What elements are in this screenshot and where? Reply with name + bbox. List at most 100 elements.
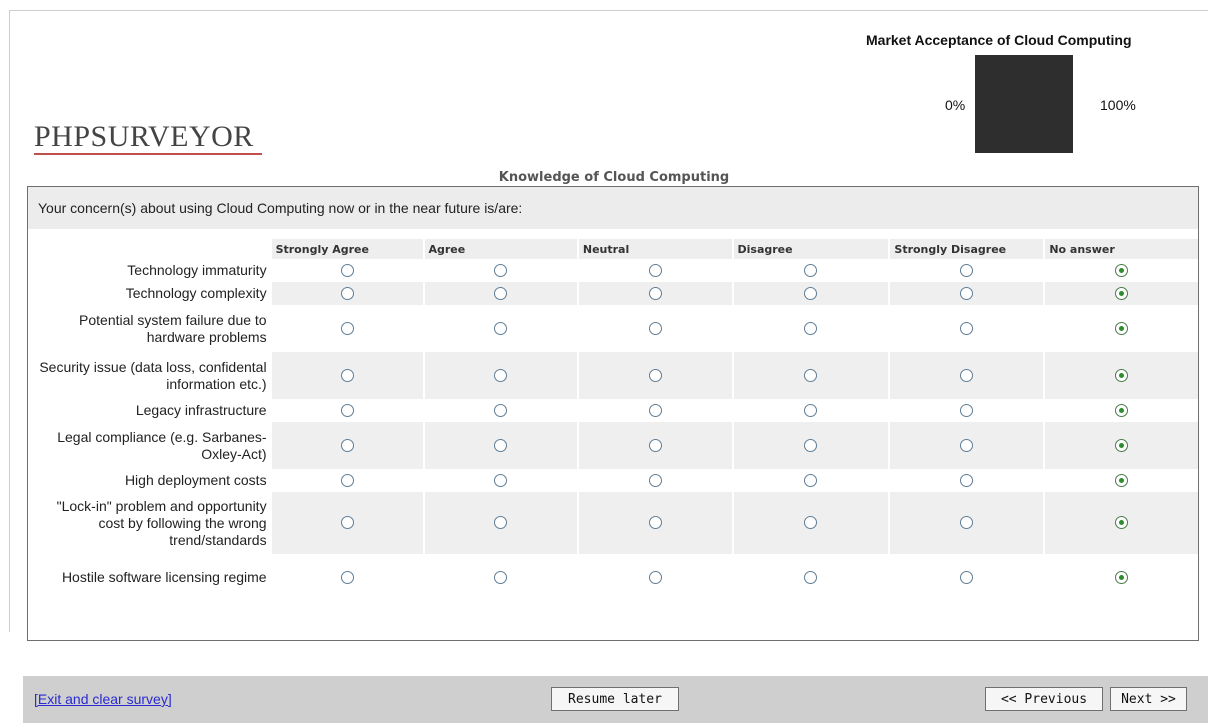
radio-button[interactable] [494, 570, 508, 584]
radio-button[interactable] [494, 321, 508, 335]
radio-button[interactable] [340, 570, 354, 584]
radio-button[interactable] [648, 368, 662, 382]
answer-cell [731, 492, 890, 554]
answer-cell [1043, 492, 1198, 554]
radio-button[interactable] [340, 286, 354, 300]
radio-button[interactable] [648, 263, 662, 277]
radio-button[interactable] [648, 438, 662, 452]
answer-cell [1043, 352, 1198, 399]
radio-button[interactable] [960, 473, 974, 487]
radio-button[interactable] [1115, 403, 1129, 417]
radio-button[interactable] [804, 438, 818, 452]
radio-button[interactable] [804, 286, 818, 300]
answer-cell [731, 282, 890, 305]
radio-button[interactable] [648, 286, 662, 300]
row-label: Hostile software licensing regime [34, 554, 271, 601]
radio-button[interactable] [1115, 263, 1129, 277]
radio-button[interactable] [1115, 516, 1129, 530]
radio-button[interactable] [494, 368, 508, 382]
radio-button[interactable] [960, 321, 974, 335]
question-row: "Lock-in" problem and opportunity cost b… [34, 492, 1198, 554]
question-row: Legacy infrastructure [34, 399, 1198, 422]
answer-cell [422, 352, 578, 399]
radio-button[interactable] [340, 321, 354, 335]
row-label: Technology immaturity [34, 259, 271, 282]
matrix-header-spacer [34, 239, 271, 259]
radio-button[interactable] [960, 286, 974, 300]
answer-cell [888, 259, 1045, 282]
radio-button[interactable] [1115, 321, 1129, 335]
answer-cell [422, 399, 578, 422]
radio-button[interactable] [340, 263, 354, 277]
radio-button[interactable] [960, 263, 974, 277]
progress-title: Market Acceptance of Cloud Computing [866, 32, 1132, 48]
radio-button[interactable] [804, 263, 818, 277]
radio-button[interactable] [494, 403, 508, 417]
radio-button[interactable] [648, 473, 662, 487]
radio-button[interactable] [960, 438, 974, 452]
column-header: Strongly Agree [269, 239, 424, 259]
radio-button[interactable] [1115, 438, 1129, 452]
radio-button[interactable] [494, 263, 508, 277]
question-row: Potential system failure due to hardware… [34, 305, 1198, 352]
group-title: Knowledge of Cloud Computing [498, 170, 730, 185]
radio-button[interactable] [960, 403, 974, 417]
question-row: Legal compliance (e.g. Sarbanes-Oxley-Ac… [34, 422, 1198, 469]
answer-cell [269, 305, 424, 352]
answer-cell [731, 399, 890, 422]
radio-button[interactable] [1115, 473, 1129, 487]
radio-button[interactable] [494, 516, 508, 530]
radio-button[interactable] [494, 438, 508, 452]
question-box: Your concern(s) about using Cloud Comput… [27, 186, 1199, 641]
answer-cell [731, 352, 890, 399]
radio-button[interactable] [494, 473, 508, 487]
radio-button[interactable] [960, 570, 974, 584]
logo-underline [34, 153, 262, 155]
answer-cell [576, 259, 733, 282]
column-header: No answer [1043, 239, 1198, 259]
answer-cell [422, 422, 578, 469]
radio-button[interactable] [1115, 286, 1129, 300]
radio-button[interactable] [648, 516, 662, 530]
answer-cell [1043, 305, 1198, 352]
row-label: Technology complexity [34, 282, 271, 305]
radio-button[interactable] [960, 516, 974, 530]
radio-button[interactable] [340, 473, 354, 487]
radio-button[interactable] [804, 321, 818, 335]
phpsurveyor-logo: PHPSURVEYOR [34, 120, 254, 154]
exit-survey-link[interactable]: [Exit and clear survey] [34, 691, 172, 707]
radio-button[interactable] [648, 570, 662, 584]
answer-cell [269, 422, 424, 469]
radio-button[interactable] [340, 368, 354, 382]
question-row: Technology immaturity [34, 259, 1198, 282]
radio-button[interactable] [804, 473, 818, 487]
answer-cell [576, 422, 733, 469]
radio-button[interactable] [804, 403, 818, 417]
radio-button[interactable] [804, 570, 818, 584]
radio-button[interactable] [340, 438, 354, 452]
answer-cell [422, 469, 578, 492]
answer-cell [888, 352, 1045, 399]
next-button[interactable]: Next >> [1110, 687, 1187, 711]
radio-button[interactable] [340, 516, 354, 530]
radio-button[interactable] [804, 368, 818, 382]
radio-button[interactable] [648, 321, 662, 335]
radio-button[interactable] [960, 368, 974, 382]
radio-button[interactable] [648, 403, 662, 417]
radio-button[interactable] [804, 516, 818, 530]
previous-button[interactable]: << Previous [985, 687, 1103, 711]
radio-button[interactable] [1115, 368, 1129, 382]
answer-cell [1043, 282, 1198, 305]
radio-button[interactable] [494, 286, 508, 300]
answer-cell [269, 352, 424, 399]
radio-button[interactable] [340, 403, 354, 417]
column-header: Agree [422, 239, 578, 259]
answer-cell [422, 282, 578, 305]
row-label: High deployment costs [34, 469, 271, 492]
answer-cell [269, 492, 424, 554]
matrix-body: Technology immaturity Technology complexi… [34, 259, 1198, 601]
answer-cell [731, 554, 890, 601]
resume-later-button[interactable]: Resume later [551, 687, 679, 711]
answer-cell [422, 259, 578, 282]
radio-button[interactable] [1115, 570, 1129, 584]
